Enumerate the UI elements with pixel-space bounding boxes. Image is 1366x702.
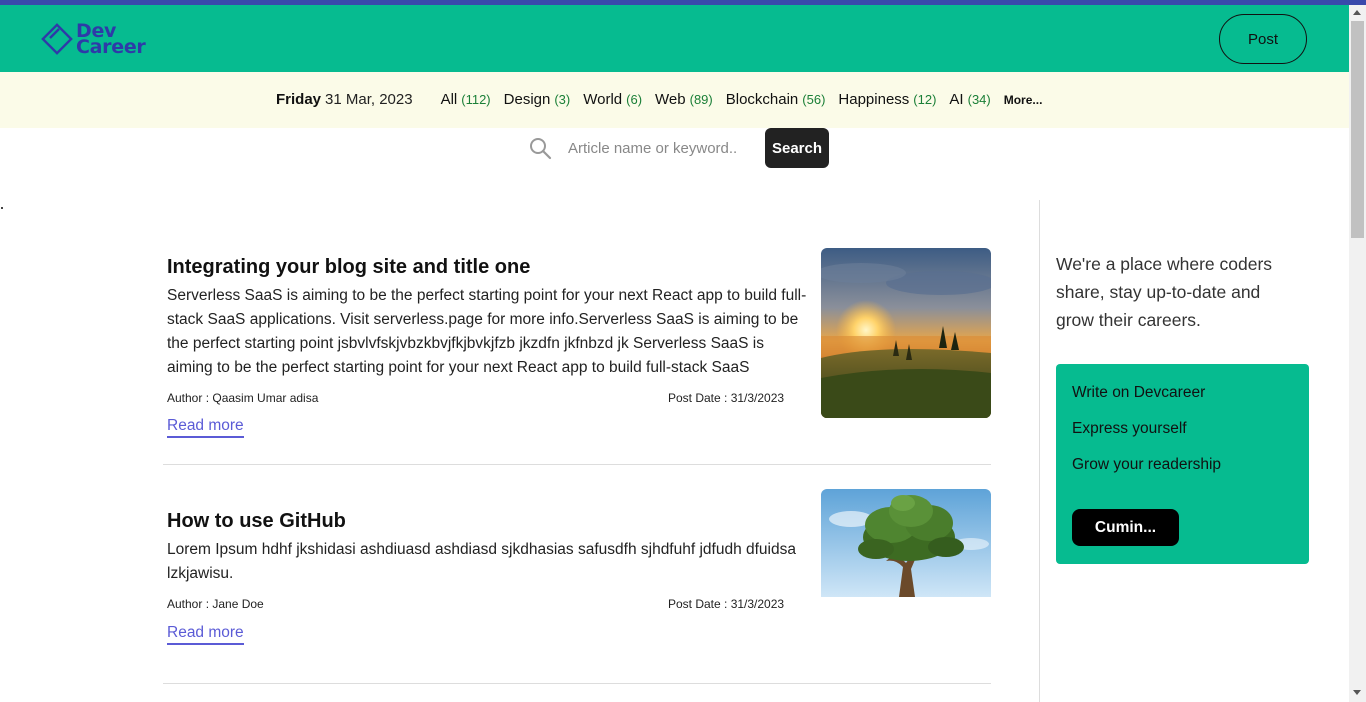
category-bar-inner: Friday 31 Mar, 2023 All (112) Design (3) W… [276,91,1042,108]
brand-name: Dev Career [76,22,146,58]
category-list: All (112) Design (3) World (6) Web (89) Bloc… [441,91,1043,108]
category-count: (3) [554,92,571,107]
article-excerpt: Lorem Ipsum hdhf jkshidasi ashdiuasd ash… [167,541,796,582]
category-count: (34) [967,92,991,107]
write-cta-card: Write on Devcareer Express yourself Grow… [1056,364,1309,564]
category-count: (56) [802,92,826,107]
arrow-up-icon[interactable] [1353,10,1361,15]
article-title[interactable]: Integrating your blog site and title one [167,256,530,279]
cta-item-write: Write on Devcareer [1072,384,1206,401]
article-divider [163,464,991,465]
sidebar-divider [1039,200,1040,702]
category-happiness[interactable]: Happiness (12) [838,91,936,108]
diamond-logo-icon [41,23,73,55]
category-world[interactable]: World (6) [583,91,642,108]
category-label: All [440,91,458,108]
category-label: Blockchain [725,91,799,108]
category-count: (112) [461,92,491,107]
sidebar-tagline: We're a place where coders share, stay u… [1056,254,1273,330]
category-web[interactable]: Web (89) [655,91,713,108]
article-author: Author : Jane Doe [167,597,264,611]
category-count: (89) [689,92,713,107]
category-count: (12) [913,92,937,107]
search-input[interactable] [568,139,758,157]
read-more-link[interactable]: Read more [167,417,244,438]
category-label: AI [949,91,964,108]
category-label: Happiness [838,91,910,108]
sunrise-landscape-image [821,248,991,418]
current-day: Friday [276,91,322,108]
article-post-date: Post Date : 31/3/2023 [668,597,785,611]
article-title[interactable]: How to use GitHub [167,510,346,533]
article-thumbnail-tree[interactable] [821,489,991,597]
current-date: 31 Mar, 2023 [325,91,413,108]
category-ai[interactable]: AI (34) [949,91,990,108]
category-blockchain[interactable]: Blockchain (56) [726,91,826,108]
search-icon [530,138,552,160]
category-label: World [583,91,623,108]
category-count: (6) [626,92,643,107]
category-label: Web [655,91,686,108]
stray-dot [1,207,3,209]
article-card: How to use GitHub Lorem Ipsum hdhf jkshi… [163,489,991,684]
category-all[interactable]: All (112) [441,91,491,108]
search-button[interactable]: Search [765,128,829,168]
article-author: Author : Qaasim Umar adisa [167,391,319,405]
article-excerpt: Serverless SaaS is aiming to be the perf… [167,287,807,376]
post-button[interactable]: Post [1219,14,1307,64]
brand-line-2: Career [76,36,146,58]
site-header: Dev Career Post [0,5,1349,72]
scrollbar-thumb[interactable] [1351,21,1364,238]
category-label: Design [503,91,551,108]
read-more-link[interactable]: Read more [167,624,244,645]
article-card: Integrating your blog site and title one… [163,248,991,465]
cta-item-grow: Grow your readership [1072,456,1222,473]
category-bar: Friday 31 Mar, 2023 All (112) Design (3) W… [0,72,1349,128]
category-design[interactable]: Design (3) [504,91,571,108]
cta-item-express: Express yourself [1072,420,1187,437]
brand-logo[interactable]: Dev Career [40,22,146,58]
article-thumbnail-sunrise[interactable] [821,248,991,418]
more-categories-link[interactable]: More... [1004,93,1043,107]
article-divider [163,683,991,684]
arrow-down-icon[interactable] [1353,690,1361,695]
search-bar: Search [528,128,829,168]
cta-button[interactable]: Cumin... [1072,509,1179,546]
tree-image [821,489,991,597]
vertical-scrollbar[interactable] [1349,5,1366,702]
article-post-date: Post Date : 31/3/2023 [668,391,785,405]
